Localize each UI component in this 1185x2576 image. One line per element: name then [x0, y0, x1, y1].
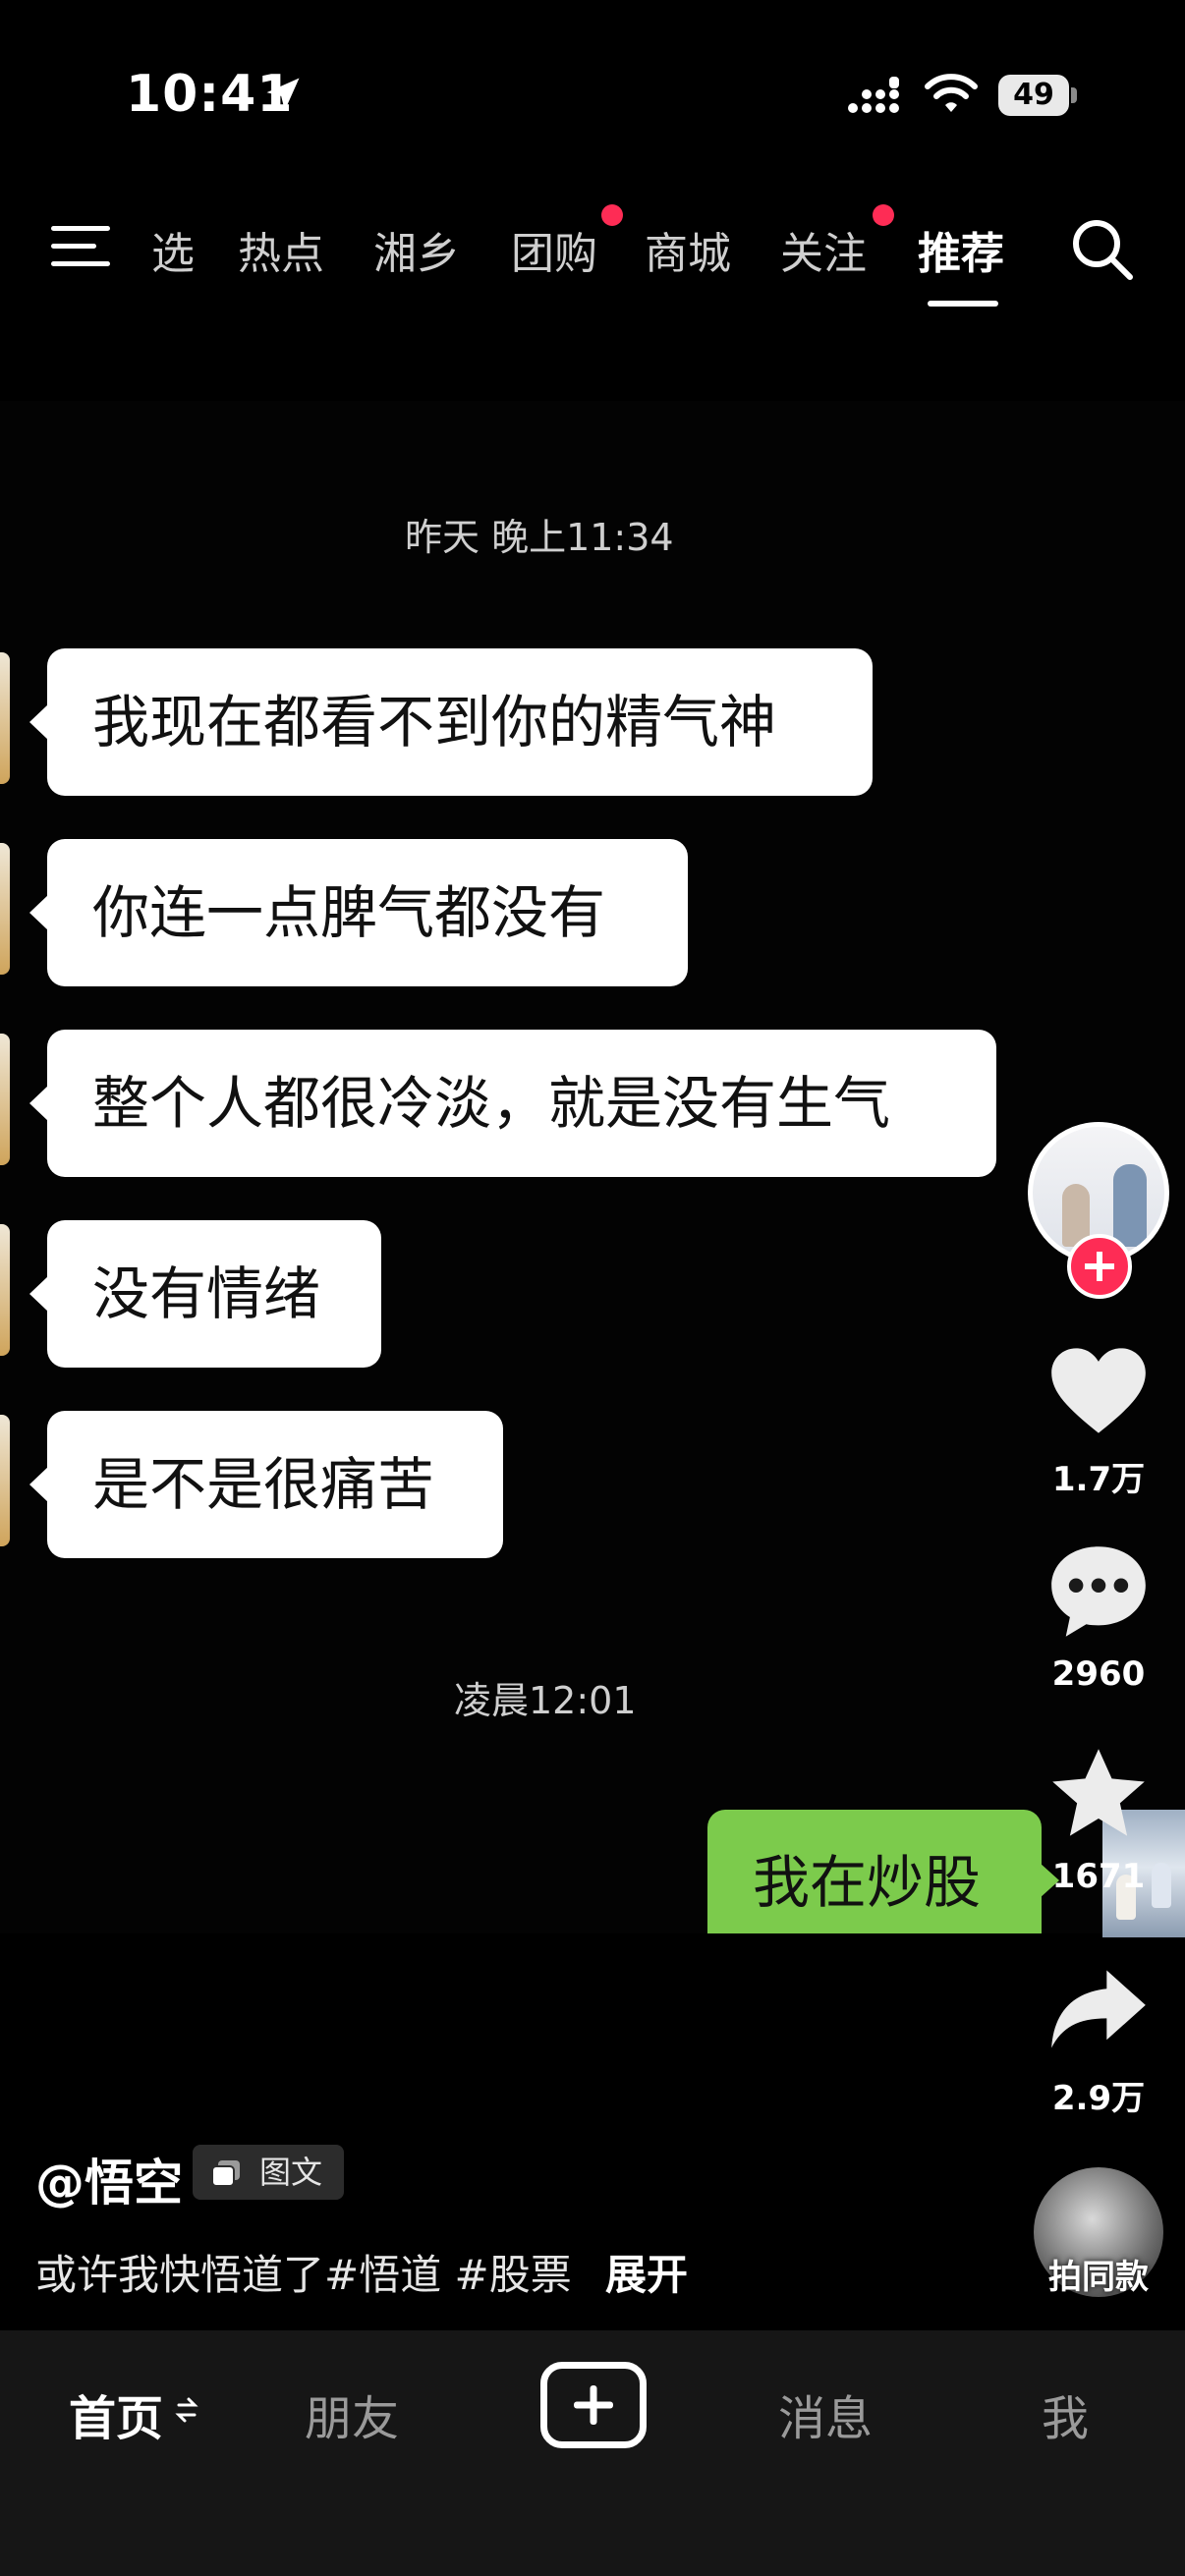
- chat-bubble: 整个人都很冷淡，就是没有生气: [29, 1030, 996, 1177]
- tab-mall[interactable]: 商城: [645, 218, 731, 281]
- comment-icon[interactable]: [1047, 1542, 1150, 1641]
- battery-indicator: 49: [998, 75, 1077, 116]
- tab-me[interactable]: 我: [1042, 2380, 1089, 2448]
- location-arrow-icon: [266, 78, 300, 111]
- chat-bubble: 没有情绪: [29, 1220, 381, 1368]
- tab-messages[interactable]: 消息: [778, 2380, 873, 2448]
- tab-select[interactable]: 选: [151, 218, 195, 281]
- chat-bubble-sent: 我在炒股: [707, 1810, 1042, 1933]
- create-post-button[interactable]: [540, 2362, 647, 2448]
- heart-icon[interactable]: [1047, 1342, 1150, 1440]
- share-icon[interactable]: [1047, 1959, 1150, 2057]
- cellular-signal-icon: [848, 77, 899, 113]
- avatar-figure: [1113, 1164, 1147, 1247]
- comment-count: 2960: [1051, 1654, 1146, 1694]
- battery-cap: [1071, 87, 1077, 103]
- notification-dot: [601, 204, 623, 226]
- notification-dot: [873, 204, 894, 226]
- post-caption[interactable]: 或许我快悟道了#悟道 #股票: [35, 2242, 572, 2302]
- image-text-icon: [211, 2160, 240, 2187]
- menu-icon[interactable]: [51, 224, 110, 269]
- author-name[interactable]: @悟空: [35, 2144, 183, 2214]
- swap-arrows-icon[interactable]: [175, 2393, 198, 2427]
- chat-timestamp: 凌晨12:01: [454, 1679, 637, 1722]
- favorite-count: 1671: [1051, 1857, 1146, 1896]
- same-style-button[interactable]: 拍同款: [1022, 2250, 1175, 2298]
- battery-level: 49: [998, 75, 1069, 116]
- sender-avatar: [0, 652, 10, 784]
- like-count: 1.7万: [1051, 1460, 1146, 1499]
- post-type-badge: 图文: [193, 2145, 344, 2200]
- tab-local[interactable]: 湘乡: [373, 218, 460, 281]
- chat-bubble: 是不是很痛苦: [29, 1411, 503, 1558]
- expand-link[interactable]: 展开: [605, 2242, 688, 2302]
- star-icon[interactable]: [1047, 1745, 1150, 1843]
- search-icon[interactable]: [1069, 216, 1136, 283]
- tab-following[interactable]: 关注: [780, 218, 867, 281]
- active-tab-indicator: [928, 301, 998, 307]
- chat-bubble: 我现在都看不到你的精气神: [29, 648, 873, 796]
- sender-avatar: [0, 843, 10, 975]
- badge-label: 图文: [259, 2154, 323, 2191]
- chat-timestamp: 昨天 晚上11:34: [405, 516, 674, 559]
- tab-home[interactable]: 首页: [69, 2380, 163, 2448]
- tab-friends[interactable]: 朋友: [305, 2380, 399, 2448]
- follow-button[interactable]: [1067, 1234, 1132, 1299]
- chat-bubble: 你连一点脾气都没有: [29, 839, 688, 986]
- tab-group-buy[interactable]: 团购: [511, 218, 597, 281]
- wifi-icon: [925, 74, 978, 112]
- sender-avatar: [0, 1415, 10, 1546]
- tab-recommend[interactable]: 推荐: [918, 218, 1004, 281]
- share-count: 2.9万: [1051, 2079, 1146, 2118]
- tab-hot[interactable]: 热点: [238, 218, 324, 281]
- sender-avatar: [0, 1034, 10, 1165]
- sender-avatar: [0, 1224, 10, 1356]
